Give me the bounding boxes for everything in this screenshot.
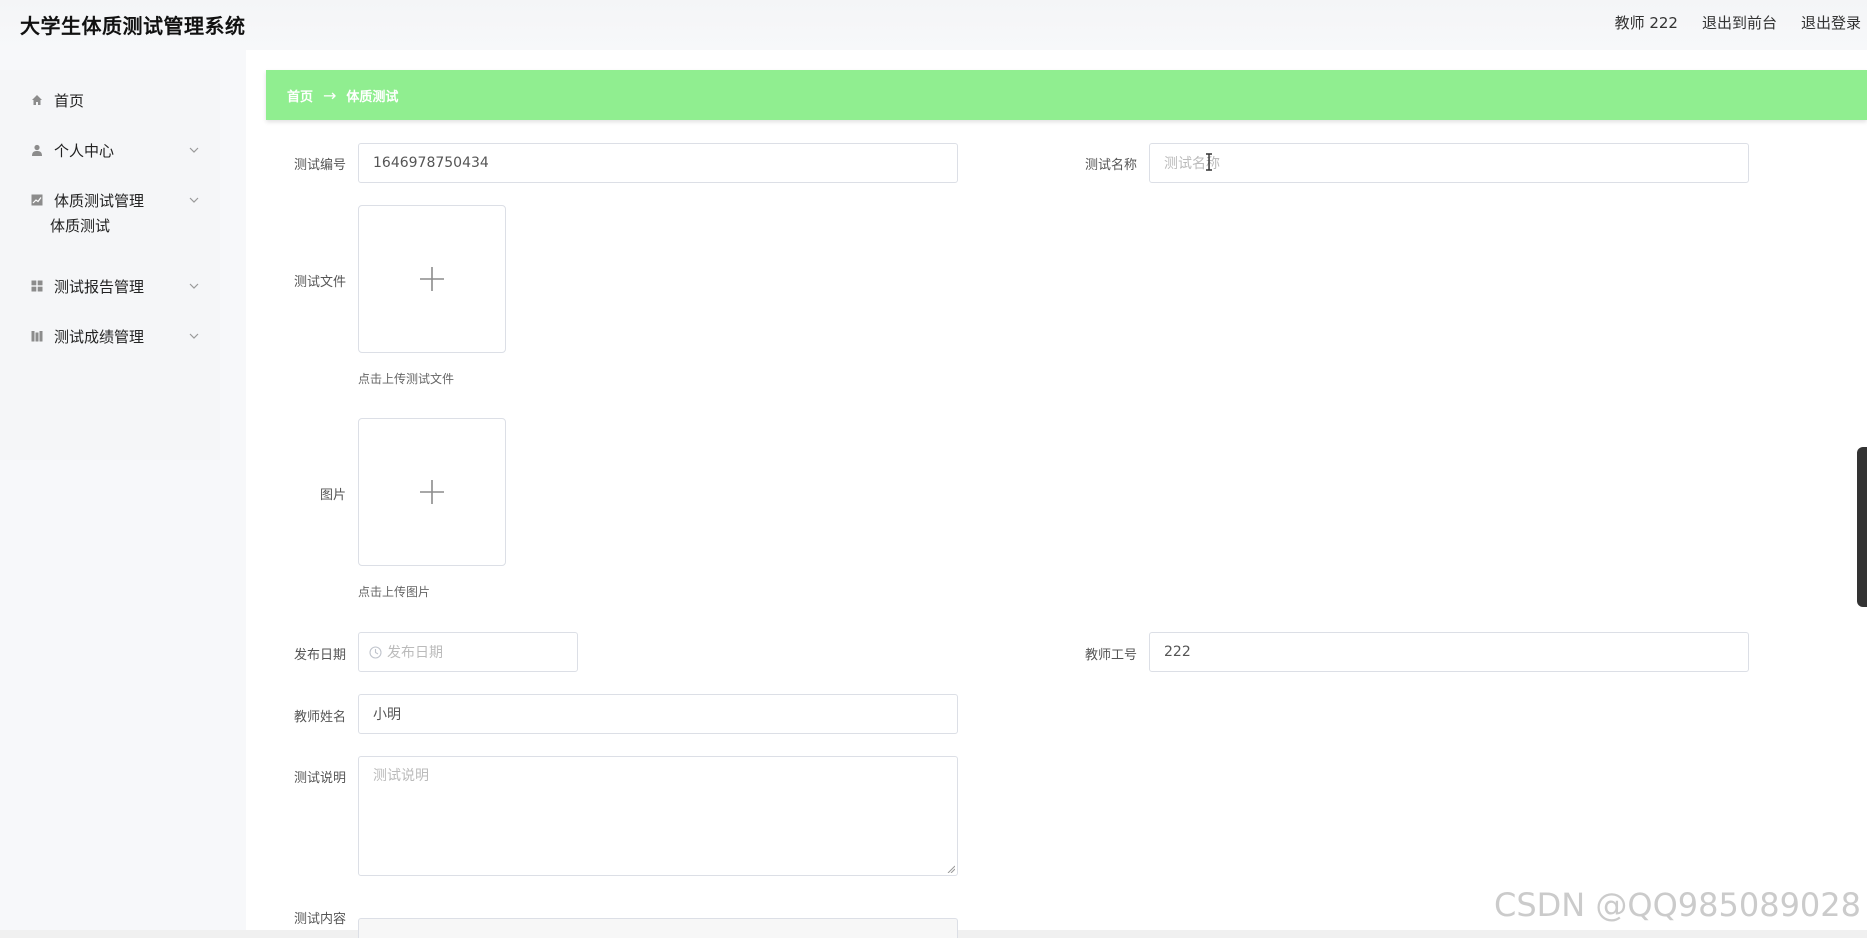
text-cursor-icon: [1206, 153, 1212, 171]
header-actions: 教师 222 退出到前台 退出登录: [1615, 12, 1861, 33]
resize-handle-icon[interactable]: [947, 865, 955, 873]
image-upload-button[interactable]: [358, 418, 506, 566]
current-user-label: 教师 222: [1614, 14, 1678, 32]
logout-link[interactable]: 退出登录: [1801, 12, 1861, 33]
side-scroll-tab[interactable]: [1857, 447, 1867, 607]
sidebar-item-fitness-test-management[interactable]: 体质测试管理: [0, 180, 220, 220]
sidebar-item-home[interactable]: 首页: [0, 80, 220, 120]
chevron-down-icon: [189, 147, 199, 153]
teacher-name-label: 教师姓名: [293, 710, 346, 725]
sidebar-item-label: 体质测试管理: [54, 191, 145, 210]
publish-date-picker[interactable]: 发布日期: [358, 632, 578, 672]
sidebar-item-test-score-management[interactable]: 测试成绩管理: [0, 316, 220, 356]
test-name-input[interactable]: 测试名称: [1149, 143, 1749, 183]
test-no-input[interactable]: 1646978750434: [358, 143, 958, 183]
test-file-upload-hint: 点击上传测试文件: [358, 372, 455, 386]
teacher-id-input[interactable]: 222: [1149, 632, 1749, 672]
plus-icon: [420, 480, 444, 504]
publish-date-label: 发布日期: [293, 648, 346, 663]
test-content-editor[interactable]: [358, 918, 958, 938]
test-description-placeholder: 测试说明: [373, 768, 429, 784]
breadcrumb-current: 体质测试: [346, 89, 399, 105]
sidebar-item-label: 测试成绩管理: [54, 327, 145, 346]
breadcrumb-home-link[interactable]: 首页: [287, 86, 313, 105]
book-icon: [30, 329, 44, 343]
teacher-name-input[interactable]: 小明: [358, 694, 958, 734]
clock-icon: [369, 645, 382, 659]
chevron-down-icon: [189, 333, 199, 339]
sidebar-menu: 首页 个人中心 体质测试管理 体质测试 测试报告管理 测试成绩管理: [0, 70, 220, 460]
sidebar-item-test-report-management[interactable]: 测试报告管理: [0, 266, 220, 306]
sidebar: 首页 个人中心 体质测试管理 体质测试 测试报告管理 测试成绩管理: [0, 50, 246, 930]
publish-date-placeholder: 发布日期: [387, 645, 443, 661]
chevron-down-icon: [189, 283, 199, 289]
test-no-label: 测试编号: [293, 158, 346, 173]
test-file-upload-button[interactable]: [358, 205, 506, 353]
app-title: 大学生体质测试管理系统: [20, 14, 246, 38]
test-name-label: 测试名称: [1084, 158, 1137, 173]
test-description-label: 测试说明: [293, 771, 346, 786]
test-content-label: 测试内容: [293, 912, 346, 927]
home-icon: [30, 93, 44, 107]
sidebar-item-label: 测试报告管理: [54, 277, 145, 296]
grid-icon: [30, 279, 44, 293]
sidebar-item-label: 个人中心: [54, 141, 115, 160]
main-content: 首页 → 体质测试 测试编号 1646978750434 测试名称 测试名称 测…: [246, 50, 1867, 938]
breadcrumb: 首页 → 体质测试: [266, 70, 1867, 120]
image-upload-hint: 点击上传图片: [358, 585, 431, 599]
chevron-down-icon: [189, 197, 199, 203]
teacher-id-label: 教师工号: [1084, 648, 1137, 663]
chart-icon: [30, 193, 44, 207]
watermark-text: CSDN @QQ985089028: [1493, 886, 1861, 924]
sidebar-item-label: 首页: [54, 91, 85, 110]
test-file-label: 测试文件: [293, 275, 346, 290]
user-icon: [30, 143, 44, 157]
test-description-textarea[interactable]: 测试说明: [358, 756, 958, 876]
exit-to-front-link[interactable]: 退出到前台: [1702, 12, 1777, 33]
sidebar-item-personal-center[interactable]: 个人中心: [0, 130, 220, 170]
plus-icon: [420, 267, 444, 291]
top-header: 大学生体质测试管理系统 教师 222 退出到前台 退出登录: [0, 0, 1867, 50]
arrow-right-icon: →: [323, 85, 337, 105]
image-label: 图片: [319, 488, 346, 503]
sidebar-subitem-fitness-test[interactable]: 体质测试: [50, 215, 110, 236]
